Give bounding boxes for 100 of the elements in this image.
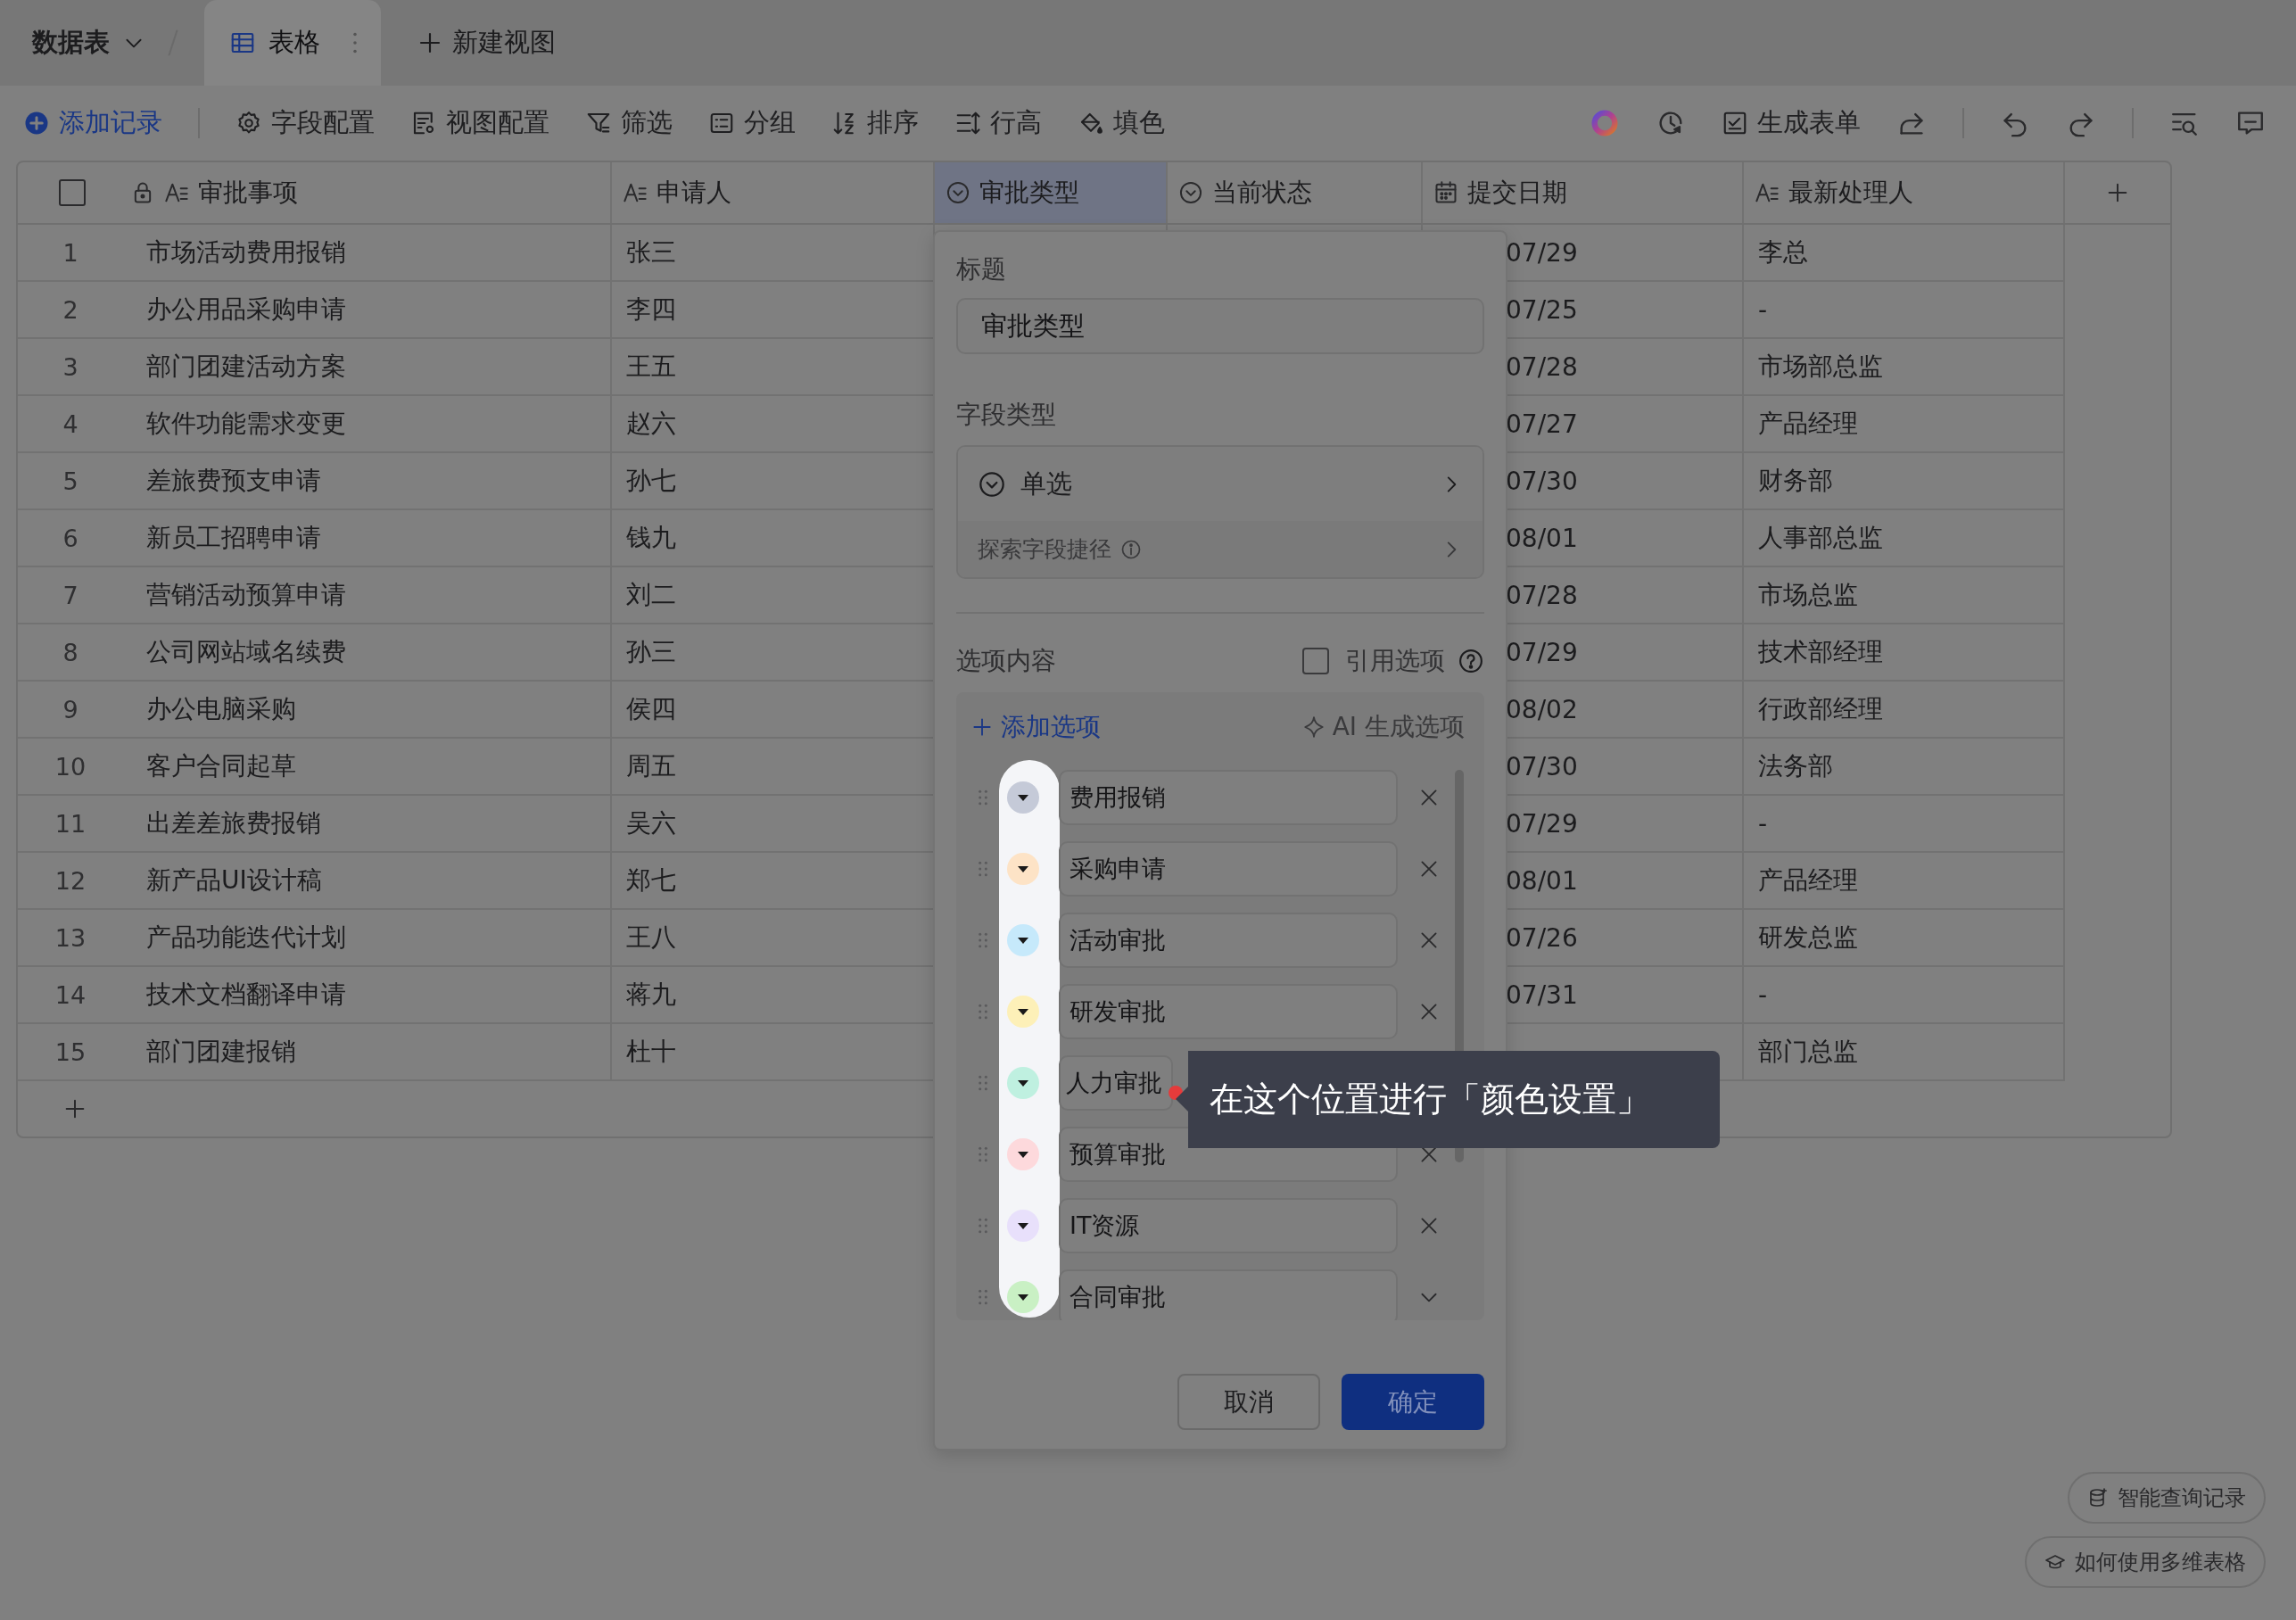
option-input[interactable]: 费用报销 bbox=[1059, 770, 1398, 825]
add-option-button[interactable]: 添加选项 bbox=[970, 710, 1101, 744]
option-input[interactable]: 研发审批 bbox=[1059, 984, 1398, 1039]
row-number: 8 bbox=[62, 638, 79, 666]
table-cell-text: 周五 bbox=[626, 750, 676, 782]
table-cell: 07/28 bbox=[1506, 351, 1578, 382]
toolbar-button[interactable]: 视图配置 bbox=[410, 105, 549, 141]
table-cell-text: 李四 bbox=[626, 293, 676, 326]
option-input[interactable]: IT资源 bbox=[1059, 1198, 1398, 1253]
table-cell: 07/25 bbox=[1506, 294, 1578, 325]
toolbar-button[interactable]: 填色 bbox=[1078, 105, 1165, 141]
row-number: 12 bbox=[54, 866, 87, 895]
column-header[interactable]: 提交日期 bbox=[1423, 162, 1744, 223]
table-cell: 08/02 bbox=[1506, 694, 1578, 724]
row-number: 3 bbox=[62, 352, 79, 381]
table-cell-text: 技术部经理 bbox=[1758, 636, 1883, 668]
table-cell-text: 市场活动费用报销 bbox=[146, 236, 346, 269]
row-number: 11 bbox=[54, 809, 87, 838]
title-input[interactable]: 审批类型 bbox=[956, 298, 1484, 354]
table-cell: - bbox=[1758, 979, 1768, 1010]
ai-generate-button[interactable]: AI 生成选项 bbox=[1301, 710, 1465, 744]
help-button[interactable]: 如何使用多维表格 bbox=[2025, 1536, 2266, 1588]
table-cell-text: 孙七 bbox=[626, 465, 676, 497]
table-cell: 08/01 bbox=[1506, 523, 1578, 553]
table-cell-text: 法务部 bbox=[1758, 750, 1833, 782]
table-cell-text: 王五 bbox=[626, 351, 676, 383]
shortcut-link[interactable]: 探索字段捷径 bbox=[958, 521, 1482, 577]
table-cell-text: 王八 bbox=[626, 922, 676, 954]
table-cell-text: 差旅费预支申请 bbox=[146, 465, 321, 497]
confirm-button[interactable]: 确定 bbox=[1342, 1374, 1484, 1430]
table-cell-text: 产品经理 bbox=[1758, 408, 1858, 440]
table-cell-text: 新产品UI设计稿 bbox=[146, 864, 322, 897]
table-cell-text: 侯四 bbox=[626, 693, 676, 725]
table-cell: 07/26 bbox=[1506, 922, 1578, 953]
table-cell-text: 张三 bbox=[626, 236, 676, 269]
row-number: 1 bbox=[62, 238, 79, 267]
view-tab[interactable]: 表格 bbox=[204, 0, 381, 86]
toolbar-button[interactable]: 分组 bbox=[708, 105, 796, 141]
table-cell-text: 产品功能迭代计划 bbox=[146, 922, 346, 954]
help-button[interactable]: 智能查询记录 bbox=[2068, 1472, 2266, 1524]
row-number: 6 bbox=[62, 524, 79, 552]
toolbar-button[interactable]: 字段配置 bbox=[235, 105, 375, 141]
table-cell-text: 部门总监 bbox=[1758, 1036, 1858, 1068]
table-cell-text: 研发总监 bbox=[1758, 922, 1858, 954]
field-label: 字段类型 bbox=[956, 399, 1057, 431]
toolbar-button[interactable]: 生成表单 bbox=[1722, 105, 1861, 141]
table-cell-text: 营销活动预算申请 bbox=[146, 579, 346, 611]
cancel-button[interactable]: 取消 bbox=[1177, 1374, 1320, 1430]
table-cell: 07/29 bbox=[1506, 637, 1578, 667]
table-cell-text: 市场总监 bbox=[1758, 579, 1858, 611]
toolbar-button[interactable]: 行高 bbox=[954, 105, 1042, 141]
table-cell-text: 行政部经理 bbox=[1758, 693, 1883, 725]
table-cell: 07/31 bbox=[1506, 979, 1578, 1010]
table-cell: 08/01 bbox=[1506, 865, 1578, 896]
option-input[interactable]: 合同审批 bbox=[1059, 1269, 1398, 1320]
toolbar-button[interactable]: 筛选 bbox=[585, 105, 673, 141]
field-label: 选项内容 bbox=[956, 645, 1056, 677]
table-cell: 07/29 bbox=[1506, 808, 1578, 839]
column-header[interactable]: 审批类型 bbox=[935, 162, 1168, 223]
toolbar-button[interactable]: 排序 bbox=[831, 105, 919, 141]
column-header[interactable]: 当前状态 bbox=[1168, 162, 1423, 223]
table-cell-text: 刘二 bbox=[626, 579, 676, 611]
column-header[interactable]: 最新处理人 bbox=[1744, 162, 2065, 223]
option-input[interactable]: 预算审批 bbox=[1059, 1127, 1398, 1182]
table-cell-text: 孙三 bbox=[626, 636, 676, 668]
option-input[interactable]: 采购申请 bbox=[1059, 841, 1398, 897]
row-number: 13 bbox=[54, 923, 87, 952]
row-number: 4 bbox=[62, 409, 79, 438]
table-cell-text: 部门团建活动方案 bbox=[146, 351, 346, 383]
checkbox-label: 引用选项 bbox=[1345, 645, 1445, 677]
table-cell-text: 人事部总监 bbox=[1758, 522, 1883, 554]
table-cell-text: 办公电脑采购 bbox=[146, 693, 296, 725]
table-cell: - bbox=[1758, 808, 1768, 839]
table-cell-text: 吴六 bbox=[626, 807, 676, 839]
table-cell: 07/29 bbox=[1506, 237, 1578, 268]
table-cell: 07/27 bbox=[1506, 409, 1578, 439]
table-cell-text: 郑七 bbox=[626, 864, 676, 897]
table-cell: 07/28 bbox=[1506, 580, 1578, 610]
row-number: 15 bbox=[54, 1037, 87, 1066]
option-input[interactable]: 人力审批 bbox=[1059, 1055, 1173, 1111]
row-number: 10 bbox=[54, 752, 87, 781]
table-cell-text: 钱九 bbox=[626, 522, 676, 554]
row-number: 14 bbox=[54, 980, 87, 1009]
table-cell-text: 软件功能需求变更 bbox=[146, 408, 346, 440]
option-input[interactable]: 活动审批 bbox=[1059, 913, 1398, 968]
new-view-button[interactable]: 新建视图 bbox=[417, 25, 556, 61]
table-cell-text: 杜十 bbox=[626, 1036, 676, 1068]
table-cell-text: 新员工招聘申请 bbox=[146, 522, 321, 554]
tooltip: 在这个位置进行「颜色设置」 bbox=[1176, 1051, 1720, 1148]
toolbar-button[interactable]: 添加记录 bbox=[23, 105, 162, 141]
table-cell-text: 出差差旅费报销 bbox=[146, 807, 321, 839]
table-cell-text: 李总 bbox=[1758, 236, 1808, 269]
table-cell-text: 市场部总监 bbox=[1758, 351, 1883, 383]
table-cell-text: 蒋九 bbox=[626, 979, 676, 1011]
field-label: 标题 bbox=[956, 253, 1007, 285]
table-menu[interactable]: 数据表 bbox=[32, 25, 145, 61]
table-cell-text: 客户合同起草 bbox=[146, 750, 296, 782]
column-header[interactable]: 审批事项 bbox=[18, 162, 612, 223]
table-cell-text: 部门团建报销 bbox=[146, 1036, 296, 1068]
table-cell-text: 产品经理 bbox=[1758, 864, 1858, 897]
